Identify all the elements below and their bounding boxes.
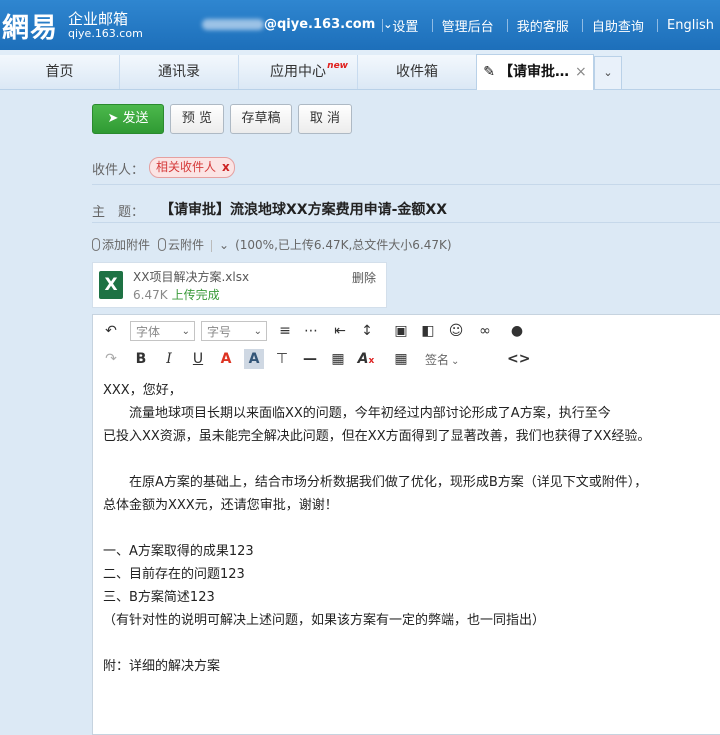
- divider: [92, 222, 720, 223]
- account-name-redacted: [202, 19, 264, 30]
- insert-image-icon[interactable]: ▣: [391, 321, 411, 341]
- undo-icon[interactable]: ↶: [101, 321, 121, 341]
- source-code-icon[interactable]: <>: [507, 349, 530, 369]
- cloud-attachment-link[interactable]: 云附件: [158, 238, 204, 252]
- recipient-label: 收件人：: [92, 163, 145, 178]
- link-english[interactable]: English: [667, 18, 714, 33]
- top-bar: 網易 企业邮箱 qiye.163.com @qiye.163.com ⌄ 设置 管…: [0, 0, 720, 50]
- edit-icon: ✎: [483, 64, 495, 80]
- clear-format-icon[interactable]: Ax: [356, 349, 376, 369]
- italic-icon[interactable]: I: [159, 349, 179, 369]
- new-badge: new: [327, 61, 348, 71]
- bulleted-list-icon[interactable]: ⋯: [301, 321, 321, 341]
- body-line: [103, 517, 650, 540]
- close-icon[interactable]: ×: [575, 55, 587, 89]
- subject-label: 主 题：: [92, 205, 145, 220]
- tab-home[interactable]: 首页: [0, 55, 120, 89]
- font-color-icon[interactable]: A: [216, 349, 236, 369]
- paperclip-icon: [92, 238, 100, 251]
- link-admin[interactable]: 管理后台: [442, 20, 494, 35]
- account-menu[interactable]: @qiye.163.com ⌄: [202, 17, 392, 32]
- remove-icon[interactable]: x: [222, 158, 230, 177]
- tab-compose[interactable]: ✎ 【请审批… ×: [476, 54, 594, 90]
- send-icon: ➤: [107, 111, 119, 126]
- strikethrough-icon[interactable]: ⊤: [272, 349, 292, 369]
- attachment-size: 6.47K 上传完成: [133, 288, 220, 302]
- delete-attachment-link[interactable]: 删除: [352, 269, 376, 286]
- link-icon[interactable]: ∞: [475, 321, 495, 341]
- tab-inbox[interactable]: 收件箱: [358, 55, 477, 89]
- upload-complete-text: 上传完成: [171, 288, 220, 302]
- horizontal-rule-icon[interactable]: —: [300, 349, 320, 369]
- editor-body[interactable]: XXX，您好， 流量地球项目长期以来面临XX的问题，今年初经过内部讨论形成了A方…: [103, 379, 650, 678]
- brand-name: 企业邮箱: [68, 10, 129, 28]
- top-links: 设置 管理后台 我的客服 自助查询 English: [373, 16, 714, 35]
- body-line: 三、B方案简述123: [103, 590, 215, 605]
- tab-apps[interactable]: 应用中心 new: [239, 55, 358, 89]
- chevron-down-icon: ⌄: [603, 66, 613, 79]
- table-icon[interactable]: ▦: [328, 349, 348, 369]
- body-line: 在原A方案的基础上，结合市场分析数据我们做了优化，现形成B方案（详见下文或附件）…: [103, 475, 648, 490]
- font-family-select[interactable]: 字体 ⌄: [130, 321, 195, 341]
- tab-contacts[interactable]: 通讯录: [120, 55, 239, 89]
- upload-status: (100%,已上传6.47K,总文件大小6.47K): [235, 238, 452, 252]
- calendar-icon[interactable]: ▦: [391, 349, 411, 369]
- font-size-select[interactable]: 字号 ⌄: [201, 321, 267, 341]
- preview-button[interactable]: 预 览: [170, 104, 224, 134]
- editor-toolbar: ↶ 字体 ⌄ 字号 ⌄ ≡ ⋯ ⇤ ↕ ▣ ◧ ☺ ∞ ● ↷ B I U A A …: [93, 315, 720, 377]
- body-line: 一、A方案取得的成果123: [103, 544, 254, 559]
- body-line: XXX，您好，: [103, 383, 182, 398]
- outdent-icon[interactable]: ⇤: [330, 321, 350, 341]
- attachment-row: 添加附件 云附件 ⌄ (100%,已上传6.47K,总文件大小6.47K): [92, 236, 452, 253]
- account-email: @qiye.163.com: [264, 17, 376, 32]
- chevron-down-icon: ⌄: [181, 326, 190, 337]
- brand-logo[interactable]: 網易: [2, 6, 58, 45]
- body-line: 总体金额为XXX元，还请您审批，谢谢！: [103, 498, 338, 513]
- emoji-icon[interactable]: ☺: [446, 321, 466, 341]
- line-height-icon[interactable]: ↕: [357, 321, 377, 341]
- body-line: （有针对性的说明可解决上述问题，如果该方案有一定的弊端，也一同指出）: [103, 613, 546, 628]
- link-self-query[interactable]: 自助查询: [592, 20, 644, 35]
- body-line: [103, 448, 650, 471]
- body-line: [103, 632, 650, 655]
- attachment-card: X XX项目解决方案.xlsx 6.47K 上传完成 删除: [92, 262, 387, 308]
- subject-input[interactable]: 【请审批】流浪地球XX方案费用申请-金额XX: [160, 199, 447, 219]
- add-attachment-link[interactable]: 添加附件: [92, 238, 150, 252]
- body-line: 已投入XX资源，虽未能完全解决此问题，但在XX方面得到了显著改善，我们也获得了X…: [103, 429, 651, 444]
- chevron-down-icon: ⌄: [253, 326, 262, 337]
- link-settings[interactable]: 设置: [392, 20, 418, 35]
- send-button[interactable]: ➤ 发送: [92, 104, 164, 134]
- chevron-down-icon: ⌄: [451, 356, 460, 367]
- align-left-icon[interactable]: ≡: [275, 321, 295, 341]
- brand-domain: qiye.163.com: [68, 27, 143, 40]
- recipient-chip[interactable]: 相关收件人 x: [149, 157, 235, 178]
- screenshot-icon[interactable]: ◧: [418, 321, 438, 341]
- link-support[interactable]: 我的客服: [517, 20, 569, 35]
- tab-more-button[interactable]: ⌄: [594, 56, 622, 90]
- bold-icon[interactable]: B: [131, 349, 151, 369]
- rich-text-editor: ↶ 字体 ⌄ 字号 ⌄ ≡ ⋯ ⇤ ↕ ▣ ◧ ☺ ∞ ● ↷ B I U A A …: [92, 314, 720, 735]
- chevron-down-icon[interactable]: ⌄: [219, 238, 229, 252]
- body-line: 流量地球项目长期以来面临XX的问题，今年初经过内部讨论形成了A方案，执行至今: [103, 406, 611, 421]
- underline-icon[interactable]: U: [188, 349, 208, 369]
- redo-icon[interactable]: ↷: [101, 349, 121, 369]
- divider: [92, 184, 720, 185]
- body-line: 二、目前存在的问题123: [103, 567, 245, 582]
- microphone-icon[interactable]: ●: [507, 321, 527, 341]
- signature-select[interactable]: 签名 ⌄: [425, 351, 459, 368]
- cancel-button[interactable]: 取 消: [298, 104, 352, 134]
- attachment-name[interactable]: XX项目解决方案.xlsx: [133, 268, 249, 285]
- paperclip-icon: [158, 238, 167, 251]
- save-draft-button[interactable]: 存草稿: [230, 104, 292, 134]
- body-line: 附：详细的解决方案: [103, 659, 221, 674]
- excel-file-icon: X: [99, 271, 129, 299]
- highlight-color-icon[interactable]: A: [244, 349, 264, 369]
